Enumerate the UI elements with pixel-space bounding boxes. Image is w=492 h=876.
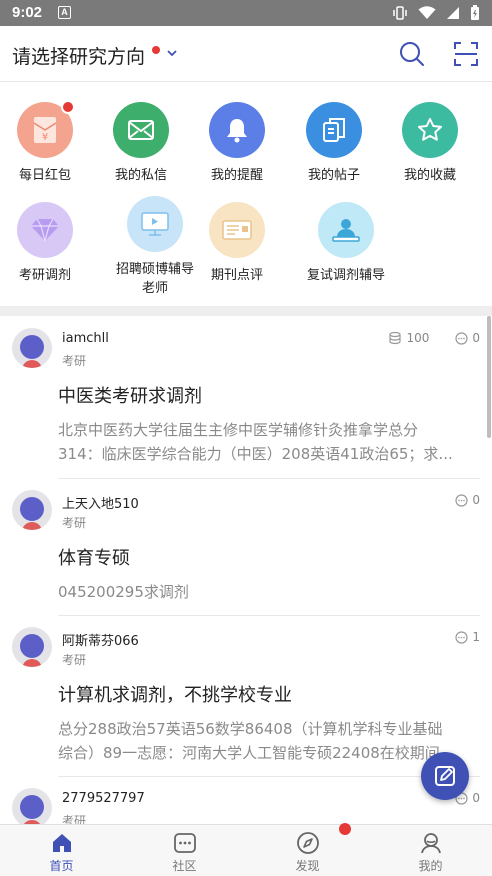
quick-action-daily-red-envelope[interactable]: ¥ 每日红包 [0,100,95,185]
label-line-2: 老师 [141,281,168,296]
post-excerpt-line: 045200295求调剂 [58,583,189,601]
bottom-navigation: 首页 社区 发现 我的 [0,824,492,876]
post-excerpt-line: 314：临床医学综合能力（中医）208英语41政治65；求... [58,445,453,463]
unread-dot [152,46,160,54]
quick-actions-grid: ¥ 每日红包 我的私信 我的提醒 我的帖子 我的收藏 考研调剂 招聘硕博辅导 老… [0,82,492,306]
post-username[interactable]: 阿斯蒂芬066 [62,630,139,649]
coin-stack-icon [389,331,402,345]
post-category: 考研 [62,653,87,667]
scan-icon[interactable] [452,40,480,68]
quick-action-retest-tutoring[interactable]: 复试调剂辅导 [296,202,396,285]
coin-count: 100 [406,331,430,345]
vibrate-icon [393,6,407,20]
monitor-icon [127,196,183,252]
quick-action-label: 我的私信 [114,168,167,183]
post-meta: 100 0 [388,331,480,345]
nav-label: 社区 [172,859,197,873]
nav-discover[interactable]: 发现 [246,825,369,876]
research-direction-selector[interactable]: 请选择研究方向 [12,42,145,69]
quick-action-my-messages[interactable]: 我的私信 [91,102,191,185]
post-divider [58,615,480,616]
mail-icon [113,102,169,158]
post-meta: 0 [455,493,480,507]
wifi-icon [418,6,436,19]
quick-action-my-posts[interactable]: 我的帖子 [284,102,384,185]
post-excerpt-line: 综合）89一志愿：河南大学人工智能专硕22408在校期间... [58,744,455,762]
post-username[interactable]: 2779527797 [62,791,145,806]
diamond-icon [17,202,73,258]
feed-scrollbar[interactable] [487,316,491,438]
nav-community[interactable]: 社区 [123,825,246,876]
quick-action-label: 我的提醒 [210,168,263,183]
status-bar: 9:02 A [0,0,492,26]
quick-action-label: 考研调剂 [18,268,71,283]
edit-icon [435,766,455,786]
compose-post-button[interactable] [421,752,469,800]
app-header: 请选择研究方向 [0,26,492,82]
nav-label: 我的 [418,859,443,873]
chevron-down-icon[interactable] [165,46,179,60]
journal-icon [209,202,265,258]
quick-action-journal-review[interactable]: 期刊点评 [187,202,287,285]
quick-action-label: 我的帖子 [307,168,360,183]
post-title[interactable]: 中医类考研求调剂 [58,382,202,408]
post-category: 考研 [62,354,87,368]
comment-count: 0 [472,493,480,507]
post-excerpt-line: 总分288政治57英语56数学86408（计算机学科专业基础 [58,720,443,738]
avatar[interactable] [12,490,52,530]
quick-action-label: 每日红包 [18,168,71,183]
nav-profile[interactable]: 我的 [369,825,492,876]
comment-count: 0 [472,331,480,345]
search-icon[interactable] [398,40,426,68]
post-username[interactable]: 上天入地510 [62,493,139,512]
quick-action-my-reminders[interactable]: 我的提醒 [187,102,287,185]
tutor-icon [318,202,374,258]
nav-home[interactable]: 首页 [0,825,123,876]
quick-action-label: 期刊点评 [210,268,263,283]
nav-label: 发现 [295,859,320,873]
profile-icon [420,833,441,854]
svg-text:¥: ¥ [42,132,48,143]
comment-icon [455,331,468,345]
post-meta: 1 [455,630,480,644]
label-line-1: 招聘硕博辅导 [115,262,194,277]
section-separator [0,306,492,316]
comment-count: 0 [472,791,480,805]
comment-icon [455,630,468,644]
avatar[interactable] [12,627,52,667]
quick-action-my-favorites[interactable]: 我的收藏 [380,102,480,185]
nav-label: 首页 [49,859,74,873]
comment-icon [455,493,468,507]
document-icon [306,102,362,158]
quick-action-grad-adjustment[interactable]: 考研调剂 [0,202,95,285]
star-icon [402,102,458,158]
status-time: 9:02 [12,4,43,21]
battery-icon [471,5,479,20]
bell-icon [209,102,265,158]
notification-icon: A [58,6,71,19]
post-category: 考研 [62,516,87,530]
community-icon [173,833,196,853]
discover-badge [339,823,351,835]
comment-count: 1 [472,630,480,644]
avatar[interactable] [12,788,52,824]
post-divider [58,776,480,777]
post-title[interactable]: 体育专硕 [58,544,130,570]
new-badge [61,100,75,114]
post-excerpt-line: 北京中医药大学往届生主修中医学辅修针灸推拿学总分 [58,421,419,439]
post-divider [58,478,480,479]
post-feed[interactable]: iamchll 考研 100 0 中医类考研求调剂 北京中医药大学往届生主修中医… [0,316,492,824]
quick-action-label: 我的收藏 [403,168,456,183]
post-category: 考研 [62,814,87,824]
home-icon [52,834,71,852]
avatar[interactable] [12,328,52,368]
signal-icon [447,7,459,19]
compass-icon [296,832,319,854]
post-username[interactable]: iamchll [62,331,109,346]
quick-action-label: 复试调剂辅导 [306,268,385,283]
red-envelope-icon: ¥ [17,100,75,158]
post-title[interactable]: 计算机求调剂，不挑学校专业 [58,681,292,707]
